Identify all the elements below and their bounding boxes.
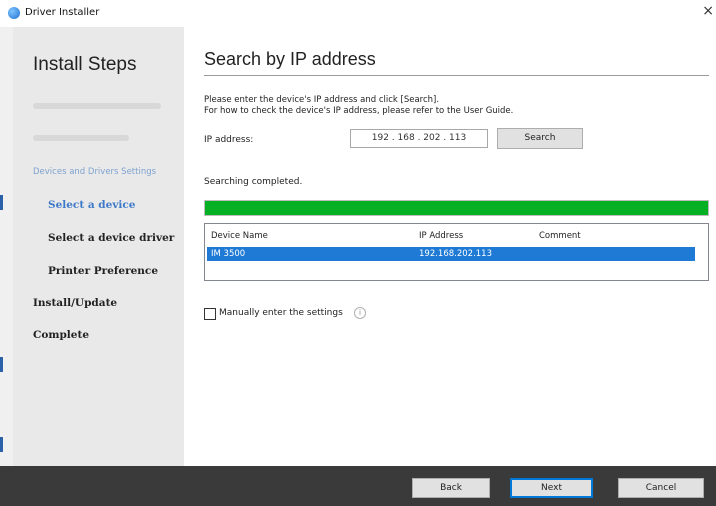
column-header-device-name[interactable]: Device Name xyxy=(211,231,268,241)
cancel-button[interactable]: Cancel xyxy=(618,478,704,498)
step-select-driver: Select a device driver xyxy=(48,232,175,244)
step-complete: Complete xyxy=(33,329,90,341)
step-group-label: Devices and Drivers Settings xyxy=(33,167,157,177)
window-title: Driver Installer xyxy=(25,7,100,18)
device-table[interactable]: Device Name IP Address Comment IM 3500 1… xyxy=(204,223,709,281)
title-bar: Driver Installer × xyxy=(0,0,716,27)
back-button[interactable]: Back xyxy=(412,478,490,498)
instruction-line: For how to check the device's IP address… xyxy=(204,106,514,116)
footer-bar: Back Next Cancel xyxy=(0,466,716,506)
step-select-device: Select a device xyxy=(48,199,136,211)
app-icon xyxy=(8,7,20,19)
sidebar-title: Install Steps xyxy=(33,54,137,75)
progress-fill xyxy=(205,201,708,215)
step-install-update: Install/Update xyxy=(33,297,118,309)
table-row[interactable]: IM 3500 192.168.202.113 xyxy=(207,247,695,261)
search-button[interactable]: Search xyxy=(497,128,583,149)
column-header-comment[interactable]: Comment xyxy=(539,231,581,241)
faded-step xyxy=(33,135,129,141)
step-printer-preference: Printer Preference xyxy=(48,265,158,277)
page-title: Search by IP address xyxy=(204,49,376,69)
progress-bar xyxy=(204,200,709,216)
install-steps-sidebar: Install Steps Devices and Drivers Settin… xyxy=(13,27,184,466)
edge-mark xyxy=(0,195,3,210)
manual-settings-label[interactable]: Manually enter the settings xyxy=(219,308,343,318)
faded-step xyxy=(33,103,161,109)
column-header-ip-address[interactable]: IP Address xyxy=(419,231,463,241)
ip-address-label: IP address: xyxy=(204,135,254,145)
close-icon[interactable]: × xyxy=(702,3,714,19)
info-icon[interactable]: i xyxy=(354,307,366,319)
edge-mark xyxy=(0,357,3,372)
edge-mark xyxy=(0,437,3,452)
background-window-edge xyxy=(0,27,13,466)
search-status: Searching completed. xyxy=(204,177,303,187)
ip-address-input[interactable]: 192 . 168 . 202 . 113 xyxy=(350,129,488,148)
cell-device-name: IM 3500 xyxy=(211,249,246,259)
main-panel: Search by IP address Please enter the de… xyxy=(184,27,716,466)
manual-settings-checkbox[interactable] xyxy=(204,308,216,320)
next-button[interactable]: Next xyxy=(510,478,593,498)
title-divider xyxy=(204,75,709,76)
cell-ip-address: 192.168.202.113 xyxy=(419,249,493,259)
instruction-line: Please enter the device's IP address and… xyxy=(204,95,440,105)
